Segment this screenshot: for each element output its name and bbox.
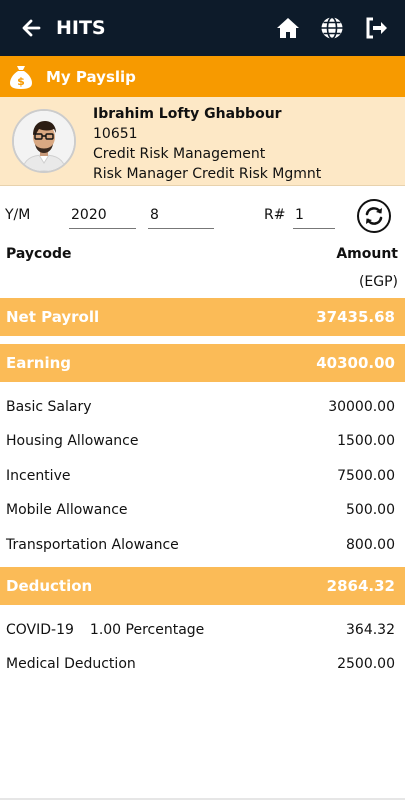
employee-department: Credit Risk Management — [93, 146, 266, 162]
earning-header-row[interactable]: Earning 40300.00 — [0, 344, 405, 382]
table-row: Transportation Alowance 800.00 — [0, 528, 405, 562]
employee-id: 10651 — [93, 126, 138, 142]
paycode-amount: 1500.00 — [337, 433, 395, 449]
paycode-label: Mobile Allowance — [6, 502, 128, 518]
globe-icon[interactable] — [319, 15, 345, 41]
amount-header: Amount — [336, 246, 398, 262]
net-payroll-amount: 37435.68 — [316, 308, 395, 326]
table-row: Medical Deduction 2500.00 — [0, 647, 405, 681]
paycode-header: Paycode — [6, 246, 72, 262]
paycode-label: Medical Deduction — [6, 656, 136, 672]
net-payroll-label: Net Payroll — [6, 308, 100, 326]
earning-amount: 40300.00 — [316, 354, 395, 372]
net-payroll-row: Net Payroll 37435.68 — [0, 298, 405, 336]
refresh-icon[interactable] — [357, 199, 391, 233]
paycode-amount: 2500.00 — [337, 656, 395, 672]
app-bar: HITS — [0, 0, 405, 56]
year-input[interactable]: 2020 — [69, 205, 136, 229]
paycode-amount: 30000.00 — [328, 399, 395, 415]
employee-name: Ibrahim Lofty Ghabbour — [93, 106, 282, 122]
paycode-label: Transportation Alowance — [6, 537, 179, 553]
paycode-detail: 1.00 Percentage — [89, 622, 205, 638]
year-month-label: Y/M — [5, 207, 31, 223]
paycode-label: Basic Salary — [6, 399, 92, 415]
deduction-header-row[interactable]: Deduction 2864.32 — [0, 567, 405, 605]
app-bar-actions — [275, 15, 389, 41]
deduction-label: Deduction — [6, 577, 93, 595]
deduction-amount: 2864.32 — [326, 577, 395, 595]
arrow-left-icon[interactable] — [18, 15, 44, 41]
run-number-label: R# — [264, 207, 286, 223]
table-row: Housing Allowance 1500.00 — [0, 424, 405, 458]
run-number-input[interactable]: 1 — [293, 205, 335, 229]
table-row: Basic Salary 30000.00 — [0, 390, 405, 424]
section-header: $ My Payslip — [0, 56, 405, 97]
logout-icon[interactable] — [363, 15, 389, 41]
employee-info: Ibrahim Lofty Ghabbour 10651 Credit Risk… — [93, 104, 321, 184]
table-row: Mobile Allowance 500.00 — [0, 493, 405, 527]
paycode-amount: 800.00 — [346, 537, 395, 553]
money-bag-icon: $ — [8, 63, 34, 91]
month-input[interactable]: 8 — [148, 205, 214, 229]
paycode-amount: 500.00 — [346, 502, 395, 518]
payslip-filter: Y/M 2020 8 R# 1 — [0, 192, 405, 236]
earning-label: Earning — [6, 354, 72, 372]
paycode-amount: 7500.00 — [337, 468, 395, 484]
employee-position: Risk Manager Credit Risk Mgmnt — [93, 166, 322, 182]
paycode-label: Housing Allowance — [6, 433, 139, 449]
table-row: COVID-19 1.00 Percentage 364.32 — [0, 613, 405, 647]
app-title: HITS — [56, 17, 106, 39]
employee-card: Ibrahim Lofty Ghabbour 10651 Credit Risk… — [0, 97, 405, 186]
paycode-amount: 364.32 — [346, 622, 395, 638]
table-row: Incentive 7500.00 — [0, 459, 405, 493]
paycode-label: Incentive — [6, 468, 71, 484]
paycode-name: COVID-19 — [6, 622, 74, 638]
section-title: My Payslip — [46, 67, 136, 86]
avatar — [12, 109, 76, 173]
home-icon[interactable] — [275, 15, 301, 41]
currency-label: (EGP) — [358, 274, 398, 290]
paycode-label: COVID-19 1.00 Percentage — [6, 622, 204, 638]
svg-text:$: $ — [17, 75, 25, 88]
